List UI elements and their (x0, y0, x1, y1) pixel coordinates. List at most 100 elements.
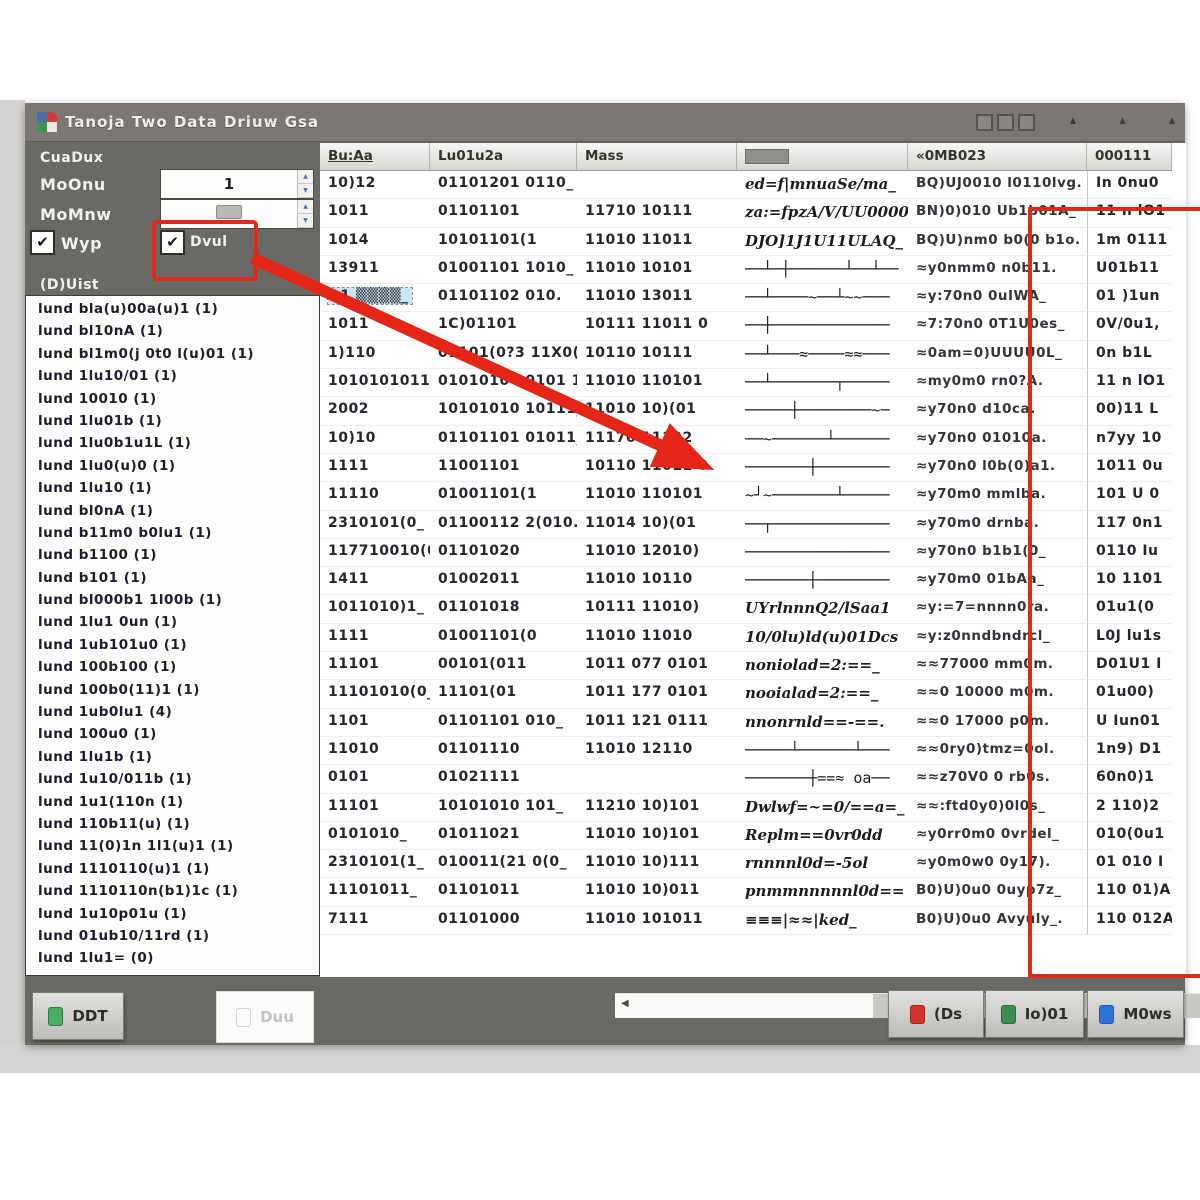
cell-col3 (577, 171, 737, 199)
list-item[interactable]: lund 100b0(11)1 (1) (38, 682, 319, 704)
list-item[interactable]: lund 01ub10/11rd (1) (38, 928, 319, 950)
spinner-up-button[interactable]: ▲ (298, 170, 313, 184)
close-window-button[interactable] (1018, 114, 1035, 131)
list-item[interactable]: lund 110b11(u) (1) (38, 816, 319, 838)
spinner-down-button[interactable]: ▼ (298, 214, 313, 228)
desktop-strip-left (0, 100, 25, 1072)
export-button[interactable]: Io)01 (985, 990, 1084, 1038)
cell-waveform: ───────┼──────── (737, 567, 908, 595)
table-row[interactable]: 11101 10101010 101_ 11210 10)101 Dwlwf=~… (320, 794, 1172, 822)
table-row[interactable]: 1014 10101101(1 11010 11011 DJO]1J1U11UL… (320, 228, 1172, 256)
list-item[interactable]: lund 1lu0b1u1L (1) (38, 435, 319, 457)
cell-col3: 11010 10)101 (577, 822, 737, 850)
table-row[interactable]: 0101010_ 01011021 11010 10)101 Replm==0v… (320, 822, 1172, 850)
close-button[interactable]: (Ds (888, 990, 984, 1038)
table-row[interactable]: 1011 01101101 11710 10111 za:=fpzA/V/UU0… (320, 199, 1172, 227)
titlebar-dot-icon (1169, 117, 1175, 124)
column-header-1[interactable]: Bu:Aa (320, 143, 430, 170)
cell-col5: ≈y70n0 b1b1(0_ (908, 539, 1087, 567)
excel-checkbox[interactable]: ✔ (160, 230, 185, 255)
cell-col2: 01001101(0 (430, 624, 577, 652)
cell-col3: 11010 13011 (577, 284, 737, 312)
list-item[interactable]: lund 1lu0(u)0 (1) (38, 458, 319, 480)
spinner-up-button[interactable]: ▲ (298, 200, 313, 214)
cell-col5: ≈y0rr0m0 0vrdel_ (908, 822, 1087, 850)
copy-checkbox[interactable]: ✔ (30, 230, 55, 255)
cell-col6: 01u00) (1087, 680, 1172, 708)
cell-col6: 10 1101 (1087, 567, 1172, 595)
list-item[interactable]: lund 1u10/011b (1) (38, 771, 319, 793)
table-row[interactable]: 0101 01021111 ───────┼==≈ oa── ≈≈z70V0 0… (320, 765, 1172, 793)
list-item[interactable]: lund 11(0)1n 1l1(u)1 (1) (38, 838, 319, 860)
run-button[interactable]: DDT (32, 992, 124, 1040)
list-item[interactable]: lund 1lu1= (0) (38, 950, 319, 972)
table-row[interactable]: 7111 01101000 11010 101011 ≡≡≡|≈≈|ked_ B… (320, 907, 1172, 935)
cell-col5: ≈y0m0w0 0y17). (908, 850, 1087, 878)
spinner-down-button[interactable]: ▼ (298, 184, 313, 198)
column-header-6[interactable]: 000111 (1087, 143, 1172, 170)
cell-col1: 1101 (320, 709, 430, 737)
list-item[interactable]: lund 1110110n(b1)1c (1) (38, 883, 319, 905)
minimize-button[interactable] (976, 114, 993, 131)
table-row[interactable]: 13911 01001101 1010_ 11010 10101 ──┴─┼──… (320, 256, 1172, 284)
scroll-left-arrow-icon[interactable]: ◀ (621, 998, 629, 1009)
table-row[interactable]: 1111 11001101 10110 11011 0 ───────┼────… (320, 454, 1172, 482)
cell-col6: 11 n lO1 (1087, 199, 1172, 227)
table-row[interactable]: 11110 01001101(1 11010 110101 ~┘~───────… (320, 482, 1172, 510)
cell-col5: BQ)U)nm0 b0(0 b1o. (908, 228, 1087, 256)
list-item[interactable]: lund b11m0 b0lu1 (1) (38, 525, 319, 547)
table-row[interactable]: 1010101011_ 0101010 10101 1_ 11010 11010… (320, 369, 1172, 397)
column-header-5[interactable]: «0MB023 (908, 143, 1087, 170)
list-item[interactable]: lund 100b100 (1) (38, 659, 319, 681)
table-row[interactable]: 11101010(0_ 11101(01 1011 177 0101 nooia… (320, 680, 1172, 708)
list-item[interactable]: lund 1lu1 0un (1) (38, 614, 319, 636)
table-row[interactable]: 1011010)1_ 01101018 10111 11010) UYrlnnn… (320, 595, 1172, 623)
copy-checkbox-label: Wyp (61, 234, 102, 253)
column-header-4[interactable] (737, 143, 908, 170)
cell-col2: 01101101 010_ (430, 709, 577, 737)
list-item[interactable]: lund bl10nA (1) (38, 323, 319, 345)
list-item[interactable]: lund bla(u)00a(u)1 (1) (38, 301, 319, 323)
cell-col3: 1011 077 0101 (577, 652, 737, 680)
table-row[interactable]: 2310101(1_ 010011(21 0(0_ 11010 10)111 r… (320, 850, 1172, 878)
table-row[interactable]: 10)10 01101101 01011_ 11170 11122 ──~───… (320, 426, 1172, 454)
table-row[interactable]: 1111 01001101(0 11010 11010 10/0lu)ld(u)… (320, 624, 1172, 652)
table-row[interactable]: 2002 10101010 10111_ 11010 10)(01 ─────┼… (320, 397, 1172, 425)
list-item[interactable]: lund 1110110(u)1 (1) (38, 861, 319, 883)
field1-input[interactable]: 1 ▲ ▼ (160, 169, 314, 199)
list-item[interactable]: lund 10010 (1) (38, 391, 319, 413)
list-item[interactable]: lund b101 (1) (38, 570, 319, 592)
list-item[interactable]: lund bl000b1 1l00b (1) (38, 592, 319, 614)
list-item[interactable]: lund bl1m0(j 0t0 l(u)01 (1) (38, 346, 319, 368)
print-button[interactable]: Duu (216, 991, 314, 1043)
table-row[interactable]: 1411 01002011 11010 10110 ───────┼──────… (320, 567, 1172, 595)
cell-waveform: UYrlnnnQ2/lSaa1 (737, 595, 908, 623)
list-item[interactable]: lund 1lu10/01 (1) (38, 368, 319, 390)
list-item[interactable]: lund 1ub0lu1 (4) (38, 704, 319, 726)
cell-waveform: DJO]1J1U11ULAQ_ (737, 228, 908, 256)
table-row[interactable]: 1101 01101101 010_ 1011 121 0111 nnonrnl… (320, 709, 1172, 737)
table-row[interactable]: 10)12 01101201 0110_ ed=f|mnuaSe/ma_ BQ)… (320, 171, 1172, 199)
table-row[interactable]: 11010 01101110 11010 12110 ─────┴──────┴… (320, 737, 1172, 765)
table-row[interactable]: 11101 00101(011 1011 077 0101 noniolad=2… (320, 652, 1172, 680)
table-row[interactable]: 1)110 01101(0?3 11X0(0_ 10110 10111 ──┴─… (320, 341, 1172, 369)
table-row[interactable]: L1 ▒▒▒▒_ 01101102 010. 11010 13011 ──┴──… (320, 284, 1172, 312)
list-item[interactable]: lund 1lu01b (1) (38, 413, 319, 435)
table-row[interactable]: 117710010(0_ 01101020 11010 12010) ─────… (320, 539, 1172, 567)
column-header-2[interactable]: Lu01u2a (430, 143, 577, 170)
list-item[interactable]: lund 1lu10 (1) (38, 480, 319, 502)
column-header-3[interactable]: Mass (577, 143, 737, 170)
list-item[interactable]: lund 1u10p01u (1) (38, 906, 319, 928)
about-button[interactable]: M0ws (1087, 990, 1184, 1038)
list-item[interactable]: lund 100u0 (1) (38, 726, 319, 748)
list-item[interactable]: lund bl0nA (1) (38, 503, 319, 525)
list-item[interactable]: lund 1ub101u0 (1) (38, 637, 319, 659)
list-item[interactable]: lund 1u1(110n (1) (38, 794, 319, 816)
list-item[interactable]: lund 1lu1b (1) (38, 749, 319, 771)
cell-waveform: ───────┼──────── (737, 454, 908, 482)
table-row[interactable]: 2310101(0_ 01100112 2(010. 11014 10)(01 … (320, 511, 1172, 539)
list-item[interactable]: lund b1100 (1) (38, 547, 319, 569)
table-row[interactable]: 11101011_ 01101011 11010 10)011 pnmmnnnn… (320, 878, 1172, 906)
maximize-button[interactable] (997, 114, 1014, 131)
table-row[interactable]: 1011 1C)01101 10111 11011 0 ──┼─────────… (320, 312, 1172, 340)
